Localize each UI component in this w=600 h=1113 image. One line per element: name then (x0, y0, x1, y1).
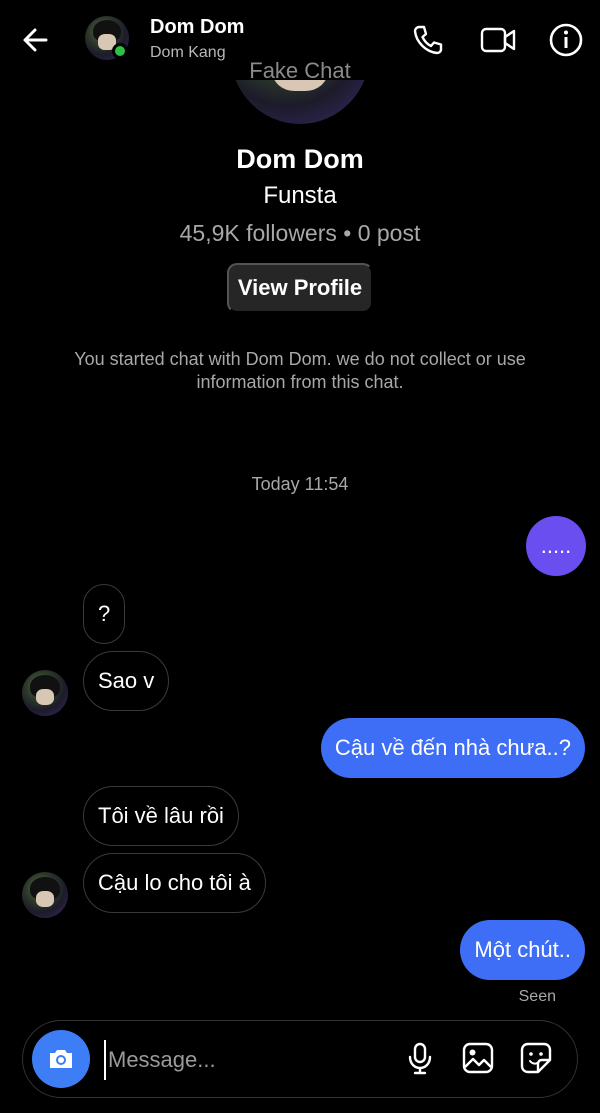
video-camera-icon[interactable] (478, 20, 518, 60)
seen-indicator: Seen (518, 988, 556, 1005)
privacy-notice: You started chat with Dom Dom. we do not… (74, 349, 526, 392)
profile-name: Dom Dom (236, 144, 364, 174)
incoming-message[interactable]: Sao v (83, 651, 170, 711)
sender-avatar[interactable] (22, 872, 68, 918)
info-icon[interactable] (546, 20, 586, 60)
online-status-dot (112, 43, 128, 59)
image-icon[interactable] (460, 1040, 496, 1076)
message-input[interactable] (104, 1040, 384, 1080)
outgoing-message[interactable]: Cậu về đến nhà chưa..? (320, 718, 585, 778)
back-arrow-icon[interactable] (18, 22, 54, 58)
view-profile-button[interactable]: View Profile (227, 263, 373, 313)
camera-icon (50, 1050, 72, 1068)
microphone-icon[interactable] (402, 1040, 438, 1076)
outgoing-message[interactable]: Một chút.. (460, 920, 585, 980)
outgoing-message[interactable]: ..... (526, 516, 586, 576)
profile-handle: Funsta (263, 182, 337, 209)
incoming-message[interactable]: Tôi về lâu rồi (83, 786, 239, 846)
phone-icon[interactable] (408, 20, 448, 60)
watermark: Fake Chat (249, 58, 351, 83)
sender-avatar[interactable] (22, 670, 68, 716)
camera-button[interactable] (32, 1030, 90, 1088)
contact-name[interactable]: Dom Dom (150, 16, 244, 39)
profile-stats: 45,9K followers • 0 post (179, 220, 421, 246)
incoming-message[interactable]: Cậu lo cho tôi à (83, 853, 266, 913)
message-timestamp: Today 11:54 (251, 474, 349, 494)
sticker-icon[interactable] (518, 1040, 554, 1076)
incoming-message[interactable]: ? (83, 584, 126, 644)
